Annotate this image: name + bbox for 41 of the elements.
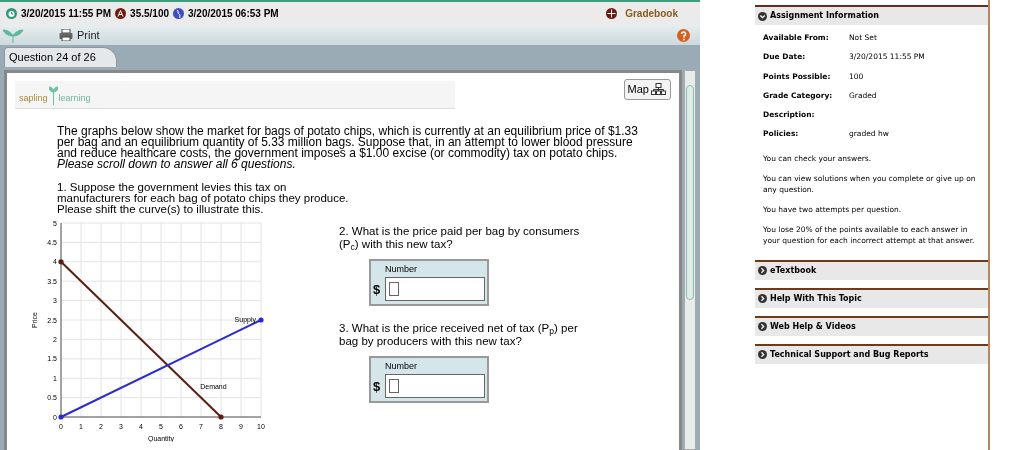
question-text: 3. What is the price received net of tax (P$_{p}$) per bag by producers with this new tax? bbox=[339, 322, 579, 348]
logo-text: learning bbox=[58, 91, 91, 105]
print-button[interactable]: Print bbox=[59, 26, 100, 44]
input-field[interactable] bbox=[389, 379, 399, 393]
supply-curve[interactable] bbox=[58, 317, 264, 420]
currency-symbol: $ bbox=[373, 379, 382, 393]
expand-icon[interactable] bbox=[758, 266, 767, 275]
field-label: Number bbox=[384, 263, 418, 276]
globe-icon bbox=[173, 8, 184, 19]
input-field[interactable] bbox=[389, 282, 399, 296]
map-button[interactable]: Map bbox=[623, 79, 671, 100]
help-icon[interactable] bbox=[677, 28, 690, 42]
collapse-icon[interactable] bbox=[758, 11, 767, 21]
question-text: 2. What is the price paid per bag by consumers (P$_{c}$) with this new tax? bbox=[339, 225, 581, 251]
score-text: 35.5/100 bbox=[130, 7, 169, 21]
alarm-clock-icon bbox=[6, 8, 17, 19]
sitemap-icon bbox=[651, 83, 667, 96]
due-date-text: 3/20/2015 11:55 PM bbox=[21, 7, 112, 21]
scrollbar-thumb[interactable] bbox=[686, 85, 694, 300]
gradebook-link[interactable]: Gradebook bbox=[606, 6, 678, 21]
scrollbar[interactable] bbox=[684, 70, 696, 450]
sprout-icon bbox=[2, 27, 24, 43]
section-header[interactable]: Technical Support and Bug Reports bbox=[755, 343, 988, 364]
currency-symbol: $ bbox=[373, 282, 382, 296]
field-label: Number bbox=[384, 360, 418, 373]
printer-icon bbox=[59, 29, 73, 41]
section-header[interactable]: Help With This Topic bbox=[755, 287, 988, 308]
expand-icon[interactable] bbox=[758, 294, 767, 303]
logo-text: sapling bbox=[19, 91, 48, 105]
expand-icon[interactable] bbox=[758, 350, 767, 359]
expand-icon[interactable] bbox=[758, 322, 767, 331]
current-time-text: 3/20/2015 06:53 PM bbox=[188, 7, 279, 21]
question-text: 1. Suppose the government levies this tax on manufacturers for each bag of potato chips they produce. Please shift the curve(s) to illustrate this. bbox=[57, 182, 350, 215]
compass-icon bbox=[606, 8, 618, 19]
sprout-icon bbox=[48, 85, 58, 105]
panel-header[interactable]: Assignment Information bbox=[755, 5, 988, 25]
section-header[interactable]: Web Help & Videos bbox=[755, 315, 988, 336]
score-icon bbox=[115, 8, 127, 19]
question-tab[interactable]: Question 24 of 26 bbox=[4, 46, 117, 67]
intro-paragraph: The graphs below show the market for bags of potato chips, which is currently at an equilibrium price of $1.33 per bag and an equilibrium quantity of 5.33 million bags. Suppose that, in an attempt to lower blood pressure and reduce healthcare costs, the government imposes a $1.00 excise (or commodity) tax on potato chips. Please scroll down to answer all 6 questions. bbox=[57, 126, 639, 170]
section-header[interactable]: eTextbook bbox=[755, 259, 988, 280]
